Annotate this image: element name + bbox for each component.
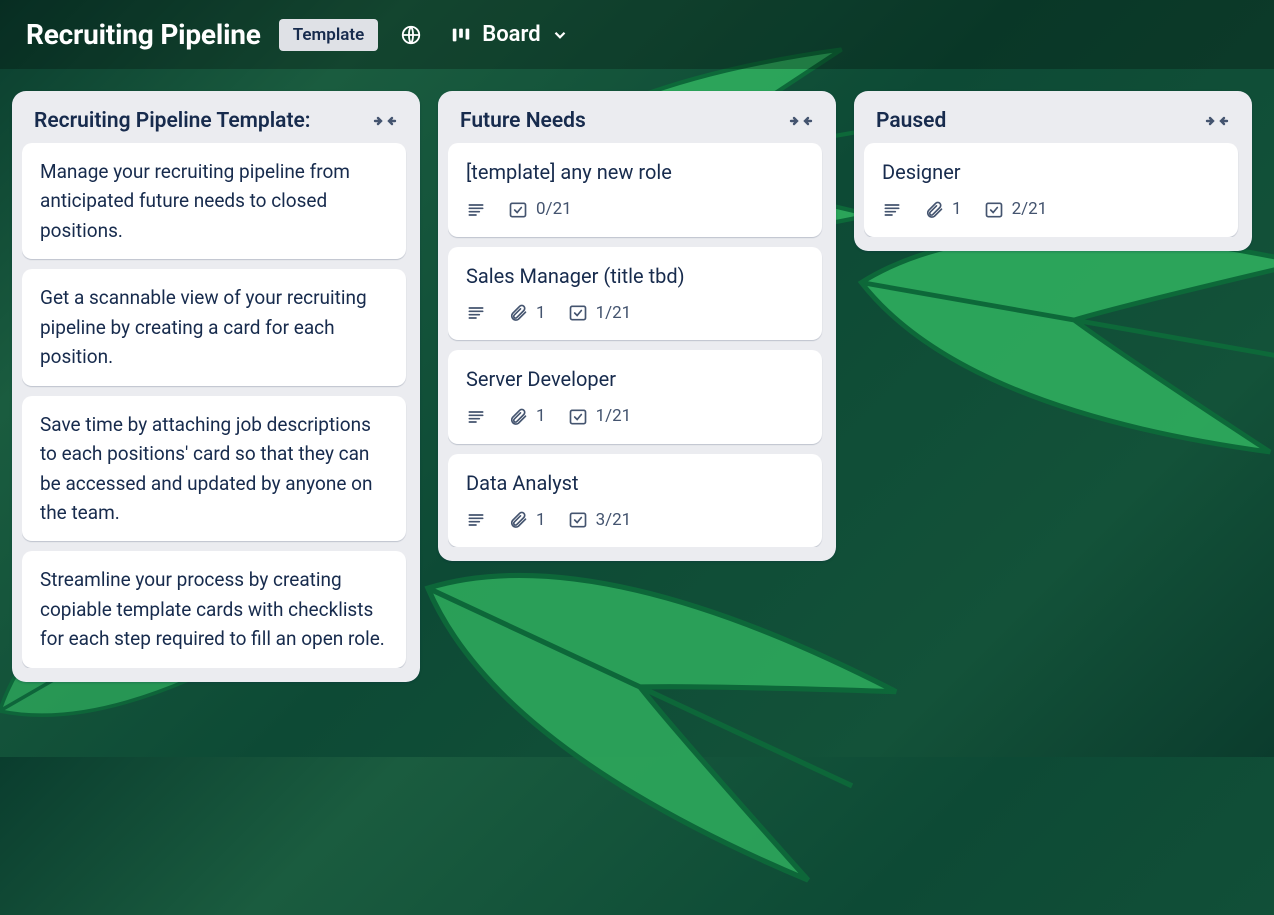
card-title: [template] any new role [466,157,804,187]
card[interactable]: Server Developer 1 1/21 [448,350,822,444]
list-title[interactable]: Future Needs [460,109,586,133]
list-title[interactable]: Recruiting Pipeline Template: [34,109,311,133]
description-icon [466,510,486,530]
checklist-badge: 3/21 [568,508,632,534]
board-view-icon [450,24,472,46]
attachment-badge: 1 [508,404,546,430]
template-badge[interactable]: Template [279,19,379,51]
checklist-badge: 1/21 [568,404,632,430]
list-cards: Designer 1 2/21 [864,143,1242,237]
board-title[interactable]: Recruiting Pipeline [26,18,261,51]
list-cards: Manage your recruiting pipeline from ant… [22,143,410,668]
board-header: Recruiting Pipeline Template Board [0,0,1274,69]
card-badges: 1 1/21 [466,404,804,430]
checklist-count: 0/21 [536,197,572,223]
list-header: Future Needs [448,103,826,143]
checklist-count: 2/21 [1012,197,1048,223]
card-badges: 1 3/21 [466,508,804,534]
description-icon [466,303,486,323]
list-recruiting-pipeline-template[interactable]: Recruiting Pipeline Template: Manage you… [12,91,420,682]
chevron-down-icon [551,26,569,44]
card[interactable]: Save time by attaching job descriptions … [22,396,406,542]
list-title[interactable]: Paused [876,109,946,133]
view-label: Board [482,22,540,47]
card-badges: 1 2/21 [882,197,1220,223]
collapse-list-icon[interactable] [1204,111,1230,131]
collapse-list-icon[interactable] [372,111,398,131]
list-header: Recruiting Pipeline Template: [22,103,410,143]
checklist-count: 1/21 [596,404,632,430]
checklist-count: 1/21 [596,301,632,327]
checklist-badge: 0/21 [508,197,572,223]
collapse-list-icon[interactable] [788,111,814,131]
list-cards: [template] any new role 0/21 Sales Manag… [448,143,826,547]
card[interactable]: Manage your recruiting pipeline from ant… [22,143,406,259]
card[interactable]: Sales Manager (title tbd) 1 1/21 [448,247,822,341]
attachment-badge: 1 [508,508,546,534]
attachment-badge: 1 [508,301,546,327]
card[interactable]: [template] any new role 0/21 [448,143,822,237]
board-canvas[interactable]: Recruiting Pipeline Template: Manage you… [0,69,1274,752]
card-title: Data Analyst [466,468,804,498]
card-title: Server Developer [466,364,804,394]
card-title: Sales Manager (title tbd) [466,261,804,291]
list-header: Paused [864,103,1242,143]
description-icon [466,200,486,220]
card[interactable]: Get a scannable view of your recruiting … [22,269,406,385]
list-future-needs[interactable]: Future Needs [template] any new role 0/2… [438,91,836,561]
attachment-badge: 1 [924,197,962,223]
card[interactable]: Streamline your process by creating copi… [22,551,406,667]
card-badges: 1 1/21 [466,301,804,327]
description-icon [466,407,486,427]
checklist-count: 3/21 [596,508,632,534]
card-badges: 0/21 [466,197,804,223]
card[interactable]: Designer 1 2/21 [864,143,1238,237]
description-icon [882,200,902,220]
list-paused[interactable]: Paused Designer 1 2/21 [854,91,1252,251]
checklist-badge: 1/21 [568,301,632,327]
view-switcher[interactable]: Board [450,22,568,47]
attachment-count: 1 [536,301,546,327]
card[interactable]: Data Analyst 1 3/21 [448,454,822,548]
globe-icon[interactable] [396,20,426,50]
checklist-badge: 2/21 [984,197,1048,223]
card-title: Designer [882,157,1220,187]
attachment-count: 1 [536,404,546,430]
attachment-count: 1 [952,197,962,223]
attachment-count: 1 [536,508,546,534]
